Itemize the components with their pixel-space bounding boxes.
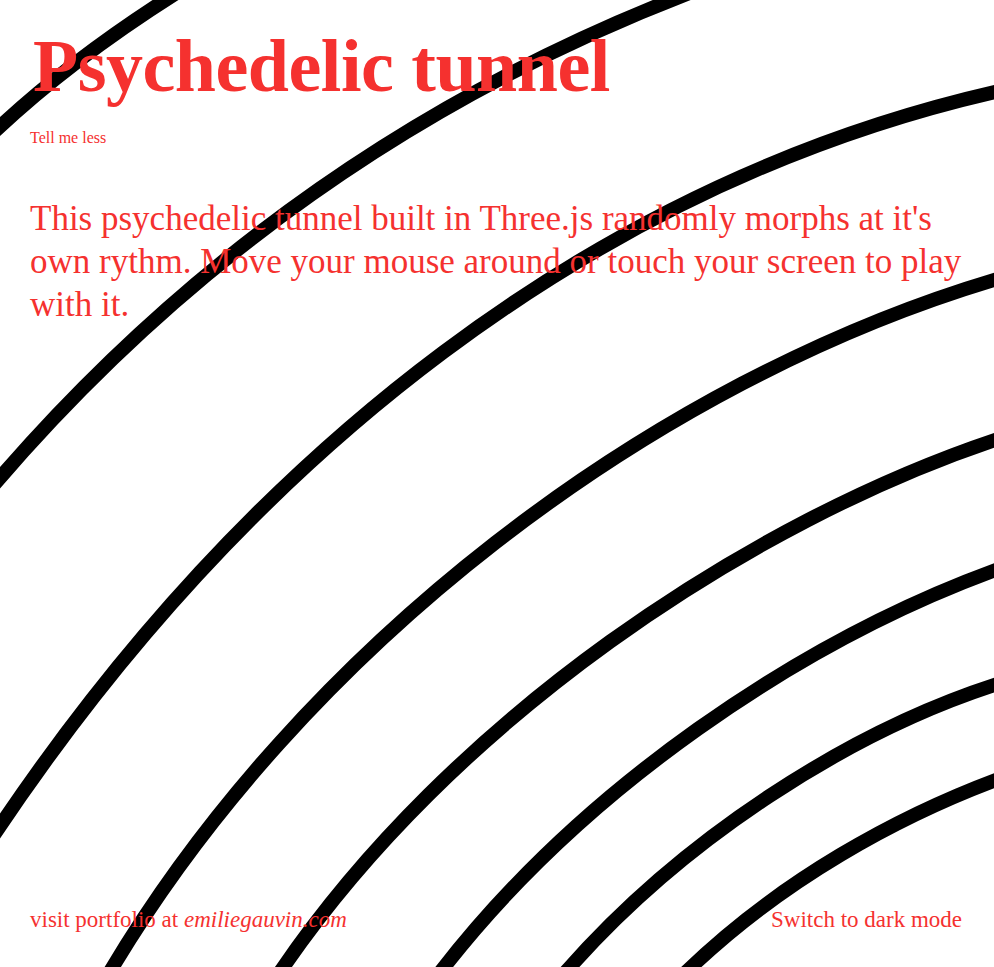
footer: visit portfolio at emiliegauvin.com Switc… — [30, 907, 964, 941]
portfolio-prefix: visit portfolio at — [30, 907, 184, 932]
tunnel-ring — [438, 567, 994, 967]
page-title: Psychedelic tunnel — [30, 26, 964, 107]
description: This psychedelic tunnel built in Three.j… — [30, 197, 964, 326]
tunnel-ring — [683, 777, 994, 967]
tunnel-ring — [563, 682, 994, 967]
info-toggle[interactable]: Tell me less — [30, 129, 106, 147]
spacer — [30, 326, 964, 907]
tunnel-ring — [278, 437, 994, 967]
tunnel-canvas[interactable] — [0, 0, 994, 967]
portfolio-link[interactable]: emiliegauvin.com — [184, 907, 347, 932]
portfolio-credit: visit portfolio at emiliegauvin.com — [30, 907, 347, 933]
tunnel-ring — [108, 277, 994, 967]
dark-mode-switch[interactable]: Switch to dark mode — [771, 907, 962, 933]
page: Psychedelic tunnel Tell me less This psych… — [0, 0, 994, 967]
